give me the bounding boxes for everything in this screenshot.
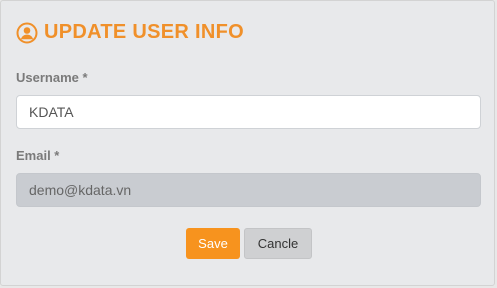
email-label: Email * — [16, 148, 60, 163]
cancel-button[interactable]: Cancle — [244, 228, 312, 259]
update-user-dialog: UPDATE USER INFO Username * Email * Save… — [0, 0, 495, 286]
username-input[interactable] — [16, 95, 481, 129]
user-circle-icon — [16, 22, 38, 44]
save-button[interactable]: Save — [186, 228, 240, 259]
email-field — [16, 173, 481, 207]
username-label: Username * — [16, 70, 88, 85]
dialog-title: UPDATE USER INFO — [16, 21, 244, 44]
dialog-title-text: UPDATE USER INFO — [44, 21, 244, 43]
